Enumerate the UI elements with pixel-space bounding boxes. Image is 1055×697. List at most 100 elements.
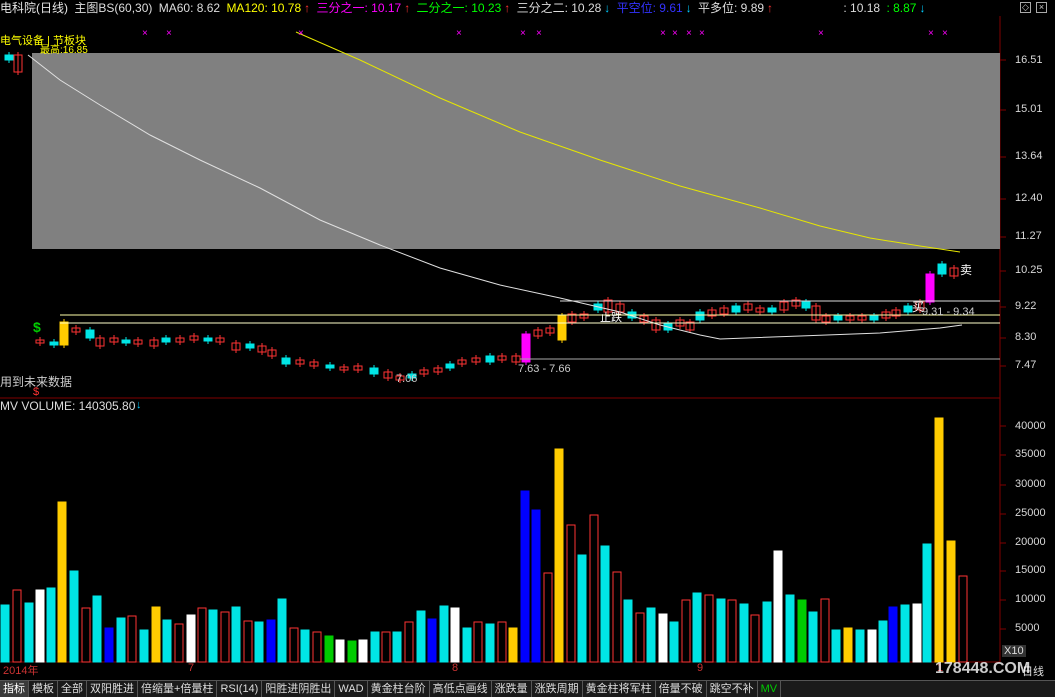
volume-bar xyxy=(312,631,322,663)
candle xyxy=(85,329,95,339)
volume-bar xyxy=(24,602,34,663)
volume-bar xyxy=(681,599,691,663)
volume-bar xyxy=(324,635,334,663)
tab-indicator[interactable]: 指标 xyxy=(0,681,29,697)
volume-bar xyxy=(0,604,10,663)
volume-bar xyxy=(646,607,656,663)
candle xyxy=(833,315,843,321)
tab-rsi[interactable]: RSI(14) xyxy=(217,681,263,697)
candle xyxy=(161,337,171,343)
volume-bar xyxy=(57,501,67,663)
tab-gap[interactable]: 跳空不补 xyxy=(707,681,758,697)
tab-double-vol[interactable]: 倍量不破 xyxy=(656,681,707,697)
marker-x-icon: × xyxy=(699,28,705,39)
volume-bar xyxy=(69,570,79,663)
axis-ticks xyxy=(1000,59,1006,630)
tab-wad[interactable]: WAD xyxy=(335,681,368,697)
tab-rise-fall-cycle[interactable]: 涨跌周期 xyxy=(532,681,583,697)
volume-bar xyxy=(773,550,783,663)
volume-bar xyxy=(116,617,126,663)
low-price-label: 7.06 xyxy=(396,373,418,385)
volume-bar xyxy=(543,572,553,663)
dollar-buy-icon: $ xyxy=(33,319,41,335)
candle xyxy=(59,321,69,346)
volume-bar xyxy=(35,589,45,663)
candle xyxy=(369,367,379,375)
candle xyxy=(695,311,705,321)
volume-bar xyxy=(855,629,865,663)
volume-bar xyxy=(531,509,541,663)
volume-bar xyxy=(392,631,402,663)
volume-title: MV VOLUME: 140305.80 xyxy=(0,399,136,413)
candle xyxy=(4,54,14,61)
volume-bar xyxy=(450,607,460,663)
tab-yang-yin[interactable]: 阳胜进阴胜出 xyxy=(262,681,336,697)
candle xyxy=(903,305,913,313)
chart-canvas[interactable]: × × × × × × × × × × × × × xyxy=(0,0,1055,680)
volume-bar xyxy=(473,621,483,663)
tab-rise-fall-vol[interactable]: 涨跌量 xyxy=(492,681,532,697)
volume-bar xyxy=(46,587,56,663)
range-label-2: 9.31 - 9.34 xyxy=(922,306,975,318)
volume-bar xyxy=(220,611,230,663)
range-label-1: 7.63 - 7.66 xyxy=(518,363,571,375)
marker-x-icon: × xyxy=(142,28,148,39)
volume-bar xyxy=(81,607,91,663)
marker-x-icon: × xyxy=(536,28,542,39)
volume-bar xyxy=(254,621,264,663)
tab-volume-shrink[interactable]: 倍缩量+倍量柱 xyxy=(138,681,218,697)
volume-bar xyxy=(704,594,714,663)
candle xyxy=(521,333,531,363)
tab-double-yang[interactable]: 双阳胜进 xyxy=(87,681,138,697)
tab-template[interactable]: 模板 xyxy=(29,681,58,697)
volume-bar xyxy=(462,627,472,663)
volume-bar xyxy=(797,599,807,663)
marker-x-icon: × xyxy=(686,28,692,39)
dollar-sell-icon: $ xyxy=(33,386,40,398)
marker-x-icon: × xyxy=(166,28,172,39)
volume-bar xyxy=(12,589,22,663)
price-tick: 15.01 xyxy=(1015,103,1043,115)
volume-bar xyxy=(151,606,161,663)
tab-gold-general[interactable]: 黄金柱将军柱 xyxy=(583,681,656,697)
marker-x-icon: × xyxy=(520,28,526,39)
volume-bar xyxy=(335,639,345,663)
volume-bar xyxy=(358,639,368,663)
candle xyxy=(203,337,213,342)
tab-mv[interactable]: MV xyxy=(758,681,782,697)
candle xyxy=(49,341,59,346)
volume-bar xyxy=(785,594,795,663)
volume-bar xyxy=(716,598,726,663)
candle xyxy=(731,305,741,313)
volume-bar xyxy=(416,610,426,663)
volume-bar xyxy=(162,619,172,663)
candle xyxy=(557,315,567,341)
volume-bar xyxy=(589,514,599,663)
volume-bar xyxy=(888,606,898,663)
tab-all[interactable]: 全部 xyxy=(58,681,87,697)
date-label: 9 xyxy=(697,662,704,674)
price-tick: 12.40 xyxy=(1015,192,1043,204)
price-tick: 9.22 xyxy=(1015,300,1037,312)
volume-tick: 20000 xyxy=(1015,536,1046,548)
marker-x-icon: × xyxy=(672,28,678,39)
marker-x-icon: × xyxy=(660,28,666,39)
marker-x-icon: × xyxy=(928,28,934,39)
volume-bar xyxy=(658,613,668,663)
marker-x-icon: × xyxy=(298,28,304,39)
candle xyxy=(245,343,255,349)
marker-x-icon: × xyxy=(942,28,948,39)
tab-gold-step[interactable]: 黄金柱台阶 xyxy=(368,681,430,697)
tab-high-low[interactable]: 高低点画线 xyxy=(430,681,492,697)
volume-bar xyxy=(208,609,218,663)
stop-signal: 止跌 xyxy=(600,312,622,324)
volume-bar xyxy=(958,575,968,663)
volume-bar xyxy=(554,448,564,663)
volume-bar xyxy=(566,524,576,663)
date-label: 7 xyxy=(188,662,195,674)
volume-bar xyxy=(404,621,414,663)
watermark: 178448.COM xyxy=(935,660,1031,677)
price-tick: 11.27 xyxy=(1015,230,1042,242)
volume-bar xyxy=(92,595,102,663)
volume-bar xyxy=(243,620,253,663)
